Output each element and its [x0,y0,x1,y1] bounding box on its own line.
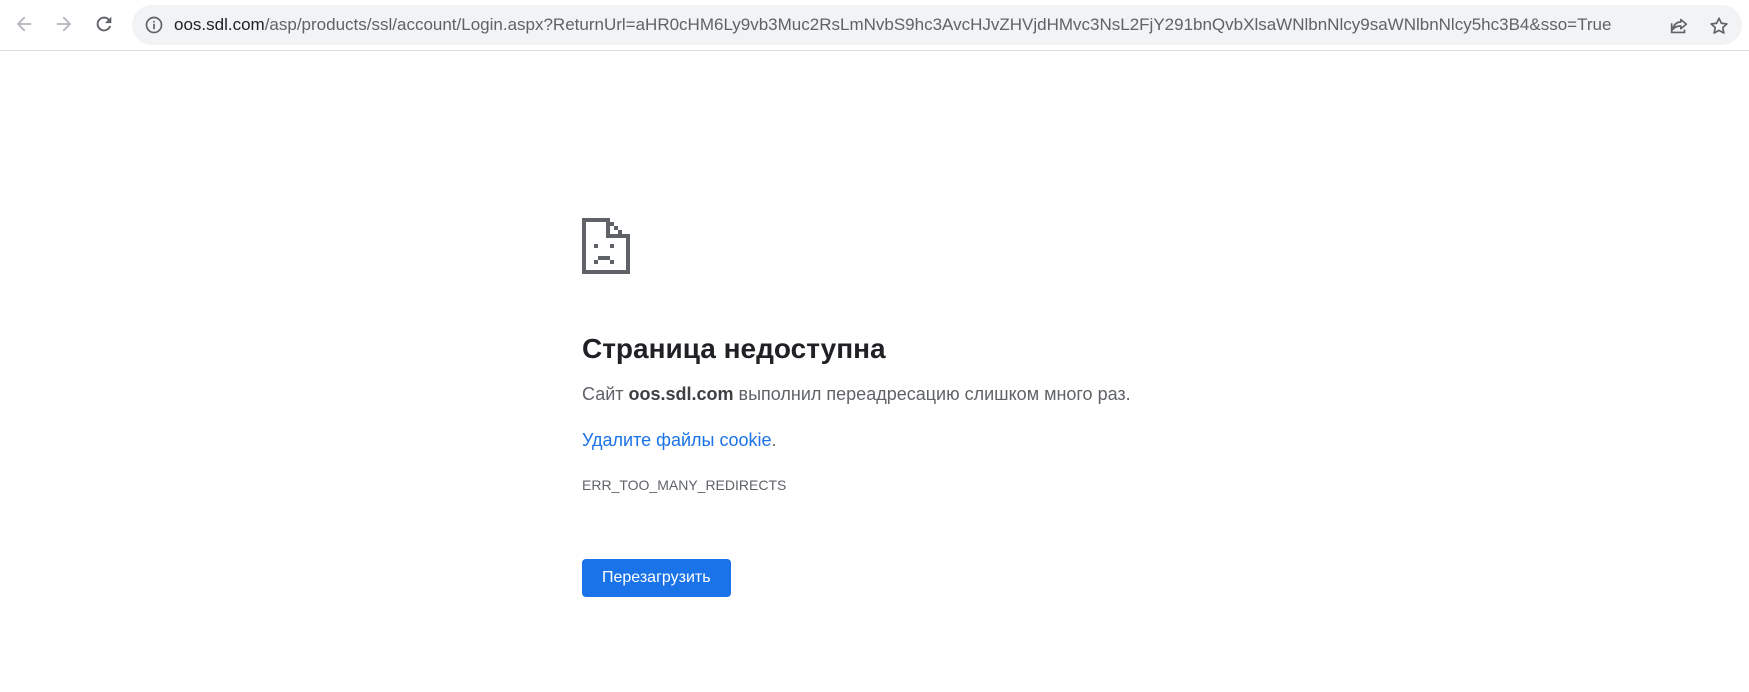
sad-page-icon [582,218,630,274]
url-path: /asp/products/ssl/account/Login.aspx?Ret… [264,15,1612,34]
desc-prefix: Сайт [582,384,629,404]
error-code: ERR_TOO_MANY_REDIRECTS [582,477,787,493]
url-text[interactable]: oos.sdl.com/asp/products/ssl/account/Log… [174,5,1634,45]
link-suffix: . [771,430,777,450]
clear-cookies-link[interactable]: Удалите файлы cookie [582,430,772,450]
error-page-content: Страница недоступна Сайт oos.sdl.com вып… [582,218,1282,597]
forward-button[interactable] [48,8,80,40]
reload-icon [96,16,112,32]
share-button[interactable] [1666,13,1692,39]
star-icon [1710,17,1728,34]
desc-host: oos.sdl.com [628,384,734,404]
address-bar[interactable]: oos.sdl.com/asp/products/ssl/account/Log… [132,5,1742,45]
error-description: Сайт oos.sdl.com выполнил переадресацию … [582,381,1282,407]
suggestion-line: Удалите файлы cookie. [582,427,1282,453]
reload-button[interactable]: Перезагрузить [582,559,731,597]
reload-page-button[interactable] [88,8,120,40]
forward-arrow-icon [56,16,72,32]
desc-suffix: выполнил переадресацию слишком много раз… [733,384,1131,404]
back-button[interactable] [8,8,40,40]
info-icon[interactable] [144,15,164,35]
error-title: Страница недоступна [582,333,886,364]
share-icon [1670,18,1688,34]
bookmark-button[interactable] [1706,13,1732,39]
browser-toolbar: oos.sdl.com/asp/products/ssl/account/Log… [0,0,1749,51]
url-host: oos.sdl.com [174,15,265,34]
back-arrow-icon [16,16,32,32]
